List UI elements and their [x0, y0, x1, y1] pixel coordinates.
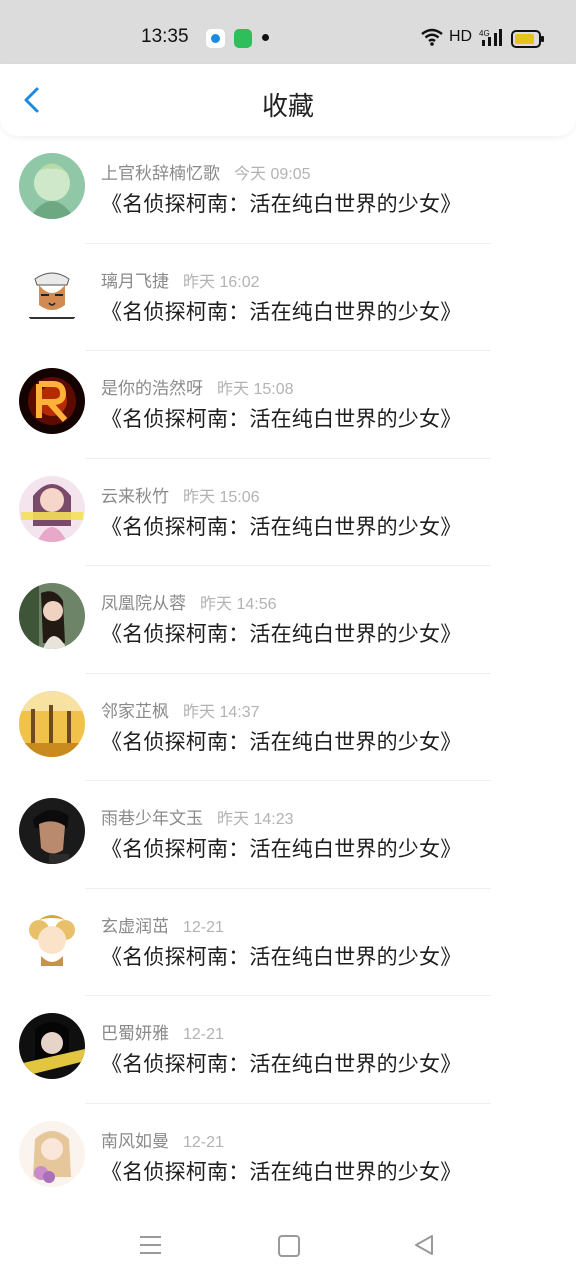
- wifi-icon: [421, 28, 443, 46]
- avatar-image: [19, 690, 85, 757]
- user-name: 是你的浩然呀 昨天 15:08: [101, 374, 294, 399]
- avatar-image: [19, 1120, 85, 1187]
- list-item[interactable]: 南风如曼 12-21 《名侦探柯南：活在纯白世界的少女》: [0, 1104, 576, 1212]
- timestamp: 昨天 14:56: [200, 596, 277, 613]
- avatar[interactable]: [19, 475, 85, 542]
- avatar[interactable]: [19, 905, 85, 972]
- user-name-text: 云来秋竹: [101, 486, 169, 507]
- list-item[interactable]: 云来秋竹 昨天 15:06 《名侦探柯南：活在纯白世界的少女》: [0, 459, 576, 566]
- user-name: 巴蜀妍雅 12-21: [101, 1019, 224, 1044]
- timestamp: 昨天 15:06: [183, 488, 260, 506]
- avatar-image: [19, 475, 85, 542]
- app-notification-icon: [234, 29, 252, 48]
- user-name-text: 是你的浩然呀: [101, 379, 203, 399]
- user-name: 上官秋辞楠忆歌 今天 09:05: [101, 159, 311, 184]
- list-item[interactable]: 雨巷少年文玉 昨天 14:23 《名侦探柯南：活在纯白世界的少女》: [0, 781, 576, 889]
- timestamp: 昨天 15:08: [217, 381, 294, 398]
- timestamp: 昨天 14:23: [217, 811, 294, 828]
- item-title: 《名侦探柯南：活在纯白世界的少女》: [101, 192, 462, 216]
- avatar-image: [19, 583, 85, 649]
- user-name-text: 玄虚润茁: [101, 916, 169, 937]
- timestamp: 12-21: [183, 1026, 224, 1043]
- menu-icon[interactable]: [140, 1236, 161, 1254]
- page-title: 收藏: [261, 92, 314, 122]
- status-time: 13:35: [141, 26, 189, 47]
- user-name: 南风如曼 12-21: [101, 1127, 224, 1152]
- avatar-image: [19, 798, 85, 864]
- list-item[interactable]: 是你的浩然呀 昨天 15:08 《名侦探柯南：活在纯白世界的少女》: [0, 351, 576, 459]
- item-title: 《名侦探柯南：活在纯白世界的少女》: [101, 514, 462, 539]
- user-name-text: 邻家芷枫: [101, 701, 169, 722]
- item-title: 《名侦探柯南：活在纯白世界的少女》: [101, 837, 462, 861]
- network-type-label: HD: [449, 28, 473, 45]
- user-name: 璃月飞捷 昨天 16:02: [101, 267, 260, 292]
- list-item[interactable]: 凤凰院从蓉 昨天 14:56 《名侦探柯南：活在纯白世界的少女》: [0, 566, 576, 674]
- list-item[interactable]: 邻家芷枫 昨天 14:37 《名侦探柯南：活在纯白世界的少女》: [0, 674, 576, 781]
- timestamp: 12-21: [183, 918, 224, 936]
- item-title: 《名侦探柯南：活在纯白世界的少女》: [101, 407, 462, 431]
- user-name: 邻家芷枫 昨天 14:37: [101, 697, 260, 722]
- item-title: 《名侦探柯南：活在纯白世界的少女》: [101, 1159, 462, 1184]
- user-name-text: 上官秋辞楠忆歌: [101, 164, 220, 184]
- user-name: 玄虚润茁 12-21: [101, 912, 224, 937]
- status-bar: 13:35 HD 4G: [0, 0, 576, 64]
- app-notification-icon: [206, 29, 225, 48]
- avatar-image: [19, 260, 85, 327]
- user-name: 凤凰院从蓉 昨天 14:56: [101, 589, 277, 614]
- home-icon[interactable]: [278, 1235, 300, 1257]
- timestamp: 今天 09:05: [234, 166, 311, 183]
- avatar-image: [19, 153, 85, 219]
- user-name-text: 巴蜀妍雅: [101, 1024, 169, 1044]
- item-title: 《名侦探柯南：活在纯白世界的少女》: [101, 729, 462, 754]
- avatar-image: [19, 905, 85, 972]
- more-notifications-dot: [262, 34, 269, 41]
- avatar-image: [19, 368, 85, 434]
- user-name-text: 璃月飞捷: [101, 271, 169, 292]
- back-triangle-icon[interactable]: [413, 1233, 435, 1257]
- timestamp: 昨天 16:02: [183, 273, 260, 291]
- avatar[interactable]: [19, 368, 85, 434]
- avatar[interactable]: [19, 690, 85, 757]
- avatar-image: [19, 1013, 85, 1079]
- avatar[interactable]: [19, 260, 85, 327]
- item-title: 《名侦探柯南：活在纯白世界的少女》: [101, 1052, 462, 1076]
- list-item[interactable]: 上官秋辞楠忆歌 今天 09:05 《名侦探柯南：活在纯白世界的少女》: [0, 136, 576, 244]
- avatar[interactable]: [19, 798, 85, 864]
- user-name-text: 雨巷少年文玉: [101, 809, 203, 829]
- item-title: 《名侦探柯南：活在纯白世界的少女》: [101, 944, 462, 969]
- signal-label: 4G: [479, 29, 490, 38]
- item-title: 《名侦探柯南：活在纯白世界的少女》: [101, 622, 462, 646]
- user-name-text: 南风如曼: [101, 1131, 169, 1152]
- list-item[interactable]: 璃月飞捷 昨天 16:02 《名侦探柯南：活在纯白世界的少女》: [0, 244, 576, 351]
- avatar[interactable]: [19, 1120, 85, 1187]
- system-nav-bar: [0, 1213, 576, 1280]
- timestamp: 昨天 14:37: [183, 703, 260, 721]
- user-name: 雨巷少年文玉 昨天 14:23: [101, 804, 294, 829]
- avatar[interactable]: [19, 1013, 85, 1079]
- signal-icon: 4G: [479, 29, 502, 46]
- list-item[interactable]: 巴蜀妍雅 12-21 《名侦探柯南：活在纯白世界的少女》: [0, 996, 576, 1104]
- favorites-list: 上官秋辞楠忆歌 今天 09:05 《名侦探柯南：活在纯白世界的少女》 璃月飞捷 昨天…: [0, 136, 576, 1211]
- top-app-bar: 收藏: [0, 64, 576, 136]
- battery-icon: [511, 30, 544, 48]
- user-name-text: 凤凰院从蓉: [101, 594, 186, 614]
- list-item[interactable]: 玄虚润茁 12-21 《名侦探柯南：活在纯白世界的少女》: [0, 889, 576, 996]
- item-title: 《名侦探柯南：活在纯白世界的少女》: [101, 299, 462, 324]
- avatar[interactable]: [19, 153, 85, 219]
- timestamp: 12-21: [183, 1133, 224, 1151]
- user-name: 云来秋竹 昨天 15:06: [101, 482, 260, 507]
- avatar[interactable]: [19, 583, 85, 649]
